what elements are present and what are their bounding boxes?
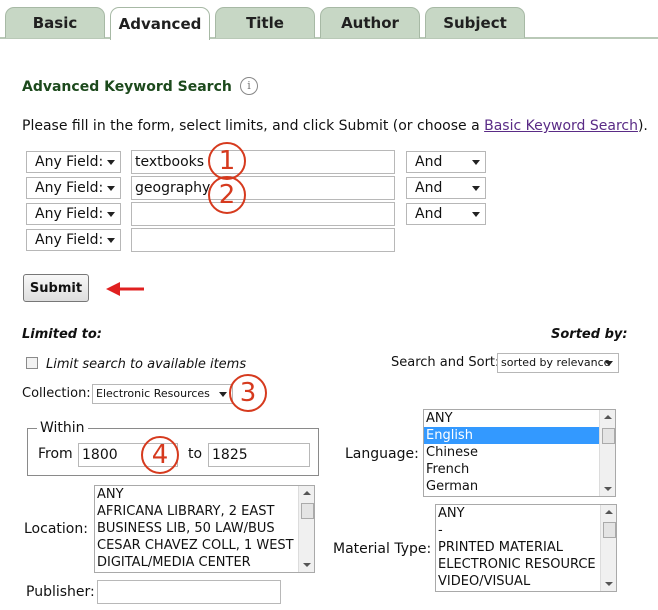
tab-author[interactable]: Author [320, 7, 420, 38]
material-scrollbar[interactable] [600, 505, 616, 591]
field-select-2[interactable]: Any Field: [26, 177, 121, 199]
tab-advanced[interactable]: Advanced [110, 7, 210, 40]
search-sort-label: Search and Sort: [391, 355, 500, 370]
field-select-1[interactable]: Any Field: [26, 151, 121, 173]
within-legend: Within [37, 420, 88, 436]
operator-value: And [415, 206, 443, 222]
language-listbox[interactable]: ANY English Chinese French German [423, 409, 616, 497]
location-label: Location: [24, 521, 88, 537]
list-item[interactable]: ANY [436, 505, 616, 522]
material-type-label: Material Type: [333, 541, 432, 557]
instructions-before: Please fill in the form, select limits, … [22, 118, 485, 134]
list-item[interactable]: ANY [424, 410, 615, 427]
chevron-down-icon[interactable] [303, 563, 311, 567]
basic-keyword-search-link[interactable]: Basic Keyword Search [484, 118, 638, 134]
search-input-1[interactable]: textbooks [131, 150, 395, 174]
chevron-down-icon [472, 186, 480, 191]
field-select-value: Any Field: [35, 180, 104, 196]
scroll-thumb[interactable] [603, 522, 616, 538]
collection-label: Collection: [22, 386, 91, 401]
location-scrollbar[interactable] [298, 486, 314, 572]
field-select-value: Any Field: [35, 206, 104, 222]
list-item[interactable]: BUSINESS LIB, 50 LAW/BUS [95, 520, 314, 537]
tab-label: Title [246, 14, 284, 32]
list-item[interactable]: VIDEO/VISUAL [436, 573, 616, 590]
tab-basic[interactable]: Basic [5, 7, 105, 38]
search-input-3[interactable] [131, 202, 395, 226]
chevron-down-icon[interactable] [605, 582, 613, 586]
chevron-down-icon [107, 212, 115, 217]
list-item[interactable]: DIGITAL/MEDIA CENTER [95, 554, 314, 571]
field-select-4[interactable]: Any Field: [26, 229, 121, 251]
material-type-listbox[interactable]: ANY - PRINTED MATERIAL ELECTRONIC RESOUR… [435, 504, 617, 592]
to-year-input[interactable]: 1825 [208, 443, 310, 467]
instructions-after: ). [637, 118, 648, 134]
tab-label: Advanced [118, 15, 202, 33]
list-item[interactable]: German [424, 478, 615, 495]
chevron-up-icon[interactable] [604, 415, 612, 419]
search-input-2[interactable]: geography [131, 176, 395, 200]
chevron-down-icon [107, 238, 115, 243]
tab-subject[interactable]: Subject [425, 7, 525, 38]
chevron-up-icon[interactable] [605, 510, 613, 514]
list-item[interactable]: French [424, 461, 615, 478]
operator-value: And [415, 154, 443, 170]
available-items-label: Limit search to available items [46, 357, 247, 372]
tab-label: Author [341, 14, 399, 32]
to-label: to [188, 446, 203, 462]
operator-select-2[interactable]: And [406, 177, 486, 199]
operator-select-1[interactable]: And [406, 151, 486, 173]
chevron-down-icon [472, 160, 480, 165]
field-select-value: Any Field: [35, 154, 104, 170]
list-item[interactable]: English [424, 427, 599, 444]
tab-title[interactable]: Title [215, 7, 315, 38]
chevron-down-icon [472, 212, 480, 217]
operator-value: And [415, 180, 443, 196]
list-item[interactable]: CESAR CHAVEZ COLL, 1 WEST [95, 537, 314, 554]
chevron-up-icon[interactable] [303, 491, 311, 495]
tab-label: Basic [32, 14, 78, 32]
chevron-down-icon [107, 186, 115, 191]
scroll-thumb[interactable] [602, 428, 615, 444]
available-items-checkbox[interactable] [26, 357, 38, 369]
list-item[interactable]: ELECTRONIC RESOURCE [436, 556, 616, 573]
language-scrollbar[interactable] [599, 410, 615, 496]
limited-to-label: Limited to: [22, 327, 102, 342]
submit-button[interactable]: Submit [23, 274, 89, 302]
info-icon[interactable]: i [240, 77, 258, 95]
field-select-value: Any Field: [35, 232, 104, 248]
tab-label: Subject [443, 14, 507, 32]
list-item[interactable]: Chinese [424, 444, 615, 461]
publisher-input[interactable] [97, 580, 281, 604]
list-item[interactable]: AFRICANA LIBRARY, 2 EAST [95, 503, 314, 520]
field-select-3[interactable]: Any Field: [26, 203, 121, 225]
language-label: Language: [345, 446, 419, 462]
annotation-4: 4 [141, 436, 179, 474]
chevron-down-icon [219, 392, 227, 397]
collection-select[interactable]: Electronic Resources [92, 384, 233, 404]
list-item[interactable]: PRINTED MATERIAL [436, 539, 616, 556]
collection-select-value: Electronic Resources [96, 387, 210, 400]
chevron-down-icon[interactable] [604, 487, 612, 491]
from-label: From [38, 446, 73, 462]
chevron-down-icon [107, 160, 115, 165]
page-title: Advanced Keyword Search [22, 79, 232, 95]
operator-select-3[interactable]: And [406, 203, 486, 225]
annotation-2: 2 [208, 176, 246, 214]
search-input-4[interactable] [131, 228, 395, 252]
location-listbox[interactable]: ANY AFRICANA LIBRARY, 2 EAST BUSINESS LI… [94, 485, 315, 573]
annotation-1: 1 [208, 142, 246, 180]
sort-select[interactable]: sorted by relevance [497, 353, 619, 373]
scroll-thumb[interactable] [301, 503, 314, 519]
red-arrow-icon [106, 282, 144, 296]
sorted-by-label: Sorted by: [551, 327, 628, 342]
instructions-text: Please fill in the form, select limits, … [22, 118, 648, 134]
annotation-3: 3 [229, 374, 267, 412]
chevron-down-icon [605, 361, 613, 366]
list-item[interactable]: ANY [95, 486, 314, 503]
sort-select-value: sorted by relevance [501, 356, 611, 369]
list-item[interactable]: - [436, 522, 616, 539]
publisher-label: Publisher: [26, 584, 95, 600]
